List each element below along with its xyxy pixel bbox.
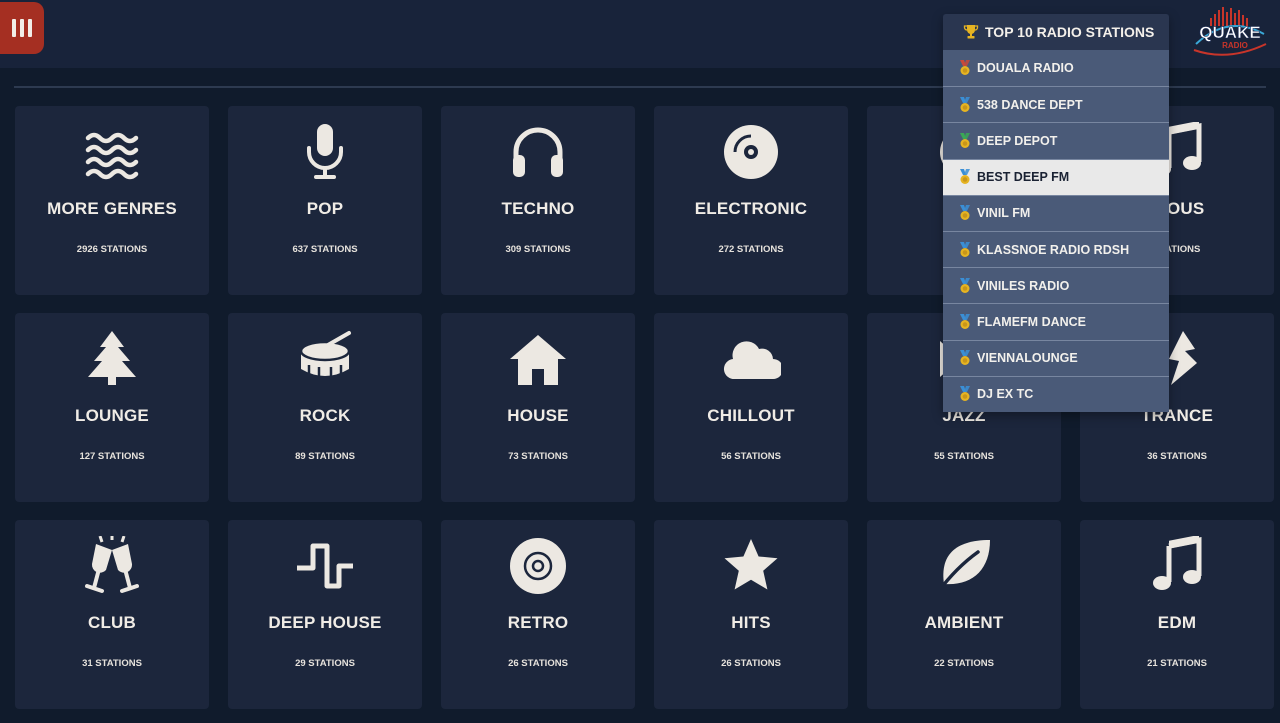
medal-icon — [960, 60, 970, 76]
medal-icon — [960, 96, 970, 112]
house-icon — [508, 329, 568, 389]
medal-icon — [960, 277, 970, 293]
genre-name: DEEP HOUSE — [268, 613, 382, 632]
genre-name: TECHNO — [501, 199, 575, 218]
station-count: 26 STATIONS — [508, 658, 568, 669]
top10-item[interactable]: VINIL FM — [943, 194, 1169, 231]
genre-tile[interactable]: ELECTRONIC 272 STATIONS — [654, 106, 848, 295]
genre-tile[interactable]: AMBIENT 22 STATIONS — [867, 520, 1061, 709]
menu-button[interactable] — [0, 2, 44, 54]
station-count: 22 STATIONS — [934, 658, 994, 669]
top10-item[interactable]: 538 DANCE DEPT — [943, 86, 1169, 122]
vinyl-icon — [508, 536, 568, 596]
station-count: 31 STATIONS — [82, 658, 142, 669]
genre-tile[interactable]: DEEP HOUSE 29 STATIONS — [228, 520, 422, 709]
genre-name: MORE GENRES — [47, 199, 177, 218]
station-count: 21 STATIONS — [1147, 658, 1207, 669]
hamburger-icon — [12, 19, 16, 37]
genre-tile[interactable]: POP 637 STATIONS — [228, 106, 422, 295]
genre-name: RETRO — [507, 613, 569, 632]
drum-icon — [295, 329, 355, 389]
station-count: 29 STATIONS — [295, 658, 355, 669]
trophy-icon — [963, 25, 979, 39]
svg-text:QUAKE: QUAKE — [1199, 23, 1260, 42]
top10-item[interactable]: VIENNALOUNGE — [943, 339, 1169, 376]
medal-icon — [960, 205, 970, 221]
quake-radio-logo[interactable]: QUAKE RADIO — [1188, 4, 1272, 60]
genre-tile[interactable]: HOUSE 73 STATIONS — [441, 313, 635, 502]
genre-name: LOUNGE — [75, 406, 149, 425]
top10-item[interactable]: DJ EX TC — [943, 375, 1169, 412]
top10-header[interactable]: TOP 10 RADIO STATIONS — [943, 14, 1169, 50]
genre-tile[interactable]: CLUB 31 STATIONS — [15, 520, 209, 709]
top10-item[interactable]: DEEP DEPOT — [943, 122, 1169, 158]
station-name: 538 DANCE DEPT — [977, 97, 1083, 112]
station-count: 2926 STATIONS — [76, 244, 148, 255]
top10-item[interactable]: VINILES RADIO — [943, 267, 1169, 303]
music-note-icon — [1147, 536, 1207, 596]
medal-icon — [960, 386, 970, 402]
genre-name: AMBIENT — [924, 613, 1004, 632]
genre-name: ROCK — [299, 406, 351, 425]
station-count: 127 STATIONS — [79, 451, 145, 462]
genre-name: CHILLOUT — [707, 406, 795, 425]
top10-title: TOP 10 RADIO STATIONS — [985, 24, 1155, 40]
station-count: 26 STATIONS — [721, 658, 781, 669]
genre-name: POP — [306, 199, 344, 218]
station-count: 309 STATIONS — [505, 244, 571, 255]
station-name: VINILES RADIO — [977, 278, 1070, 293]
station-count: 637 STATIONS — [292, 244, 358, 255]
genre-name: EDM — [1157, 613, 1197, 632]
station-count: 36 STATIONS — [1147, 451, 1207, 462]
medal-icon — [960, 132, 970, 148]
station-count: 56 STATIONS — [721, 451, 781, 462]
top10-item[interactable]: BEST DEEP FM — [943, 158, 1169, 195]
headphones-icon — [508, 122, 568, 182]
tree-icon — [82, 329, 142, 389]
star-icon — [721, 536, 781, 596]
medal-icon — [960, 241, 970, 257]
svg-text:RADIO: RADIO — [1222, 41, 1248, 50]
medal-icon — [960, 313, 970, 329]
station-name: VIENNALOUNGE — [977, 351, 1078, 366]
genre-name: ELECTRONIC — [694, 199, 808, 218]
glasses-icon — [82, 536, 142, 596]
cloud-icon — [721, 329, 781, 389]
station-name: BEST DEEP FM — [977, 170, 1070, 185]
top10-item[interactable]: KLASSNOE RADIO RDSH — [943, 230, 1169, 267]
medal-icon — [960, 350, 970, 366]
station-count: 55 STATIONS — [934, 451, 994, 462]
genre-name: CLUB — [87, 613, 136, 632]
station-name: KLASSNOE RADIO RDSH — [977, 242, 1130, 257]
top10-dropdown: TOP 10 RADIO STATIONS DOUALA RADIO 538 D… — [943, 14, 1169, 412]
genre-name: HOUSE — [507, 406, 569, 425]
genre-tile[interactable]: TECHNO 309 STATIONS — [441, 106, 635, 295]
leaf-icon — [934, 536, 994, 596]
station-name: DEEP DEPOT — [977, 133, 1058, 148]
medal-icon — [960, 169, 970, 185]
station-count: 73 STATIONS — [508, 451, 568, 462]
square-wave-icon — [295, 536, 355, 596]
top10-item[interactable]: FLAMEFM DANCE — [943, 303, 1169, 339]
station-name: DOUALA RADIO — [977, 61, 1074, 76]
genre-tile[interactable]: EDM 21 STATIONS — [1080, 520, 1274, 709]
genre-tile[interactable]: ROCK 89 STATIONS — [228, 313, 422, 502]
genre-name: HITS — [731, 613, 771, 632]
genre-tile[interactable]: HITS 26 STATIONS — [654, 520, 848, 709]
waves-icon — [82, 122, 142, 182]
genre-tile[interactable]: RETRO 26 STATIONS — [441, 520, 635, 709]
station-name: VINIL FM — [977, 206, 1031, 221]
genre-tile[interactable]: CHILLOUT 56 STATIONS — [654, 313, 848, 502]
microphone-icon — [295, 122, 355, 182]
genre-tile[interactable]: LOUNGE 127 STATIONS — [15, 313, 209, 502]
station-name: FLAMEFM DANCE — [977, 314, 1087, 329]
station-name: DJ EX TC — [977, 387, 1034, 402]
record-icon — [721, 122, 781, 182]
top10-item[interactable]: DOUALA RADIO — [943, 50, 1169, 86]
genre-tile[interactable]: MORE GENRES 2926 STATIONS — [15, 106, 209, 295]
station-count: 272 STATIONS — [718, 244, 784, 255]
top10-list: DOUALA RADIO 538 DANCE DEPT DEEP DEPOT B… — [943, 50, 1169, 412]
station-count: 89 STATIONS — [295, 451, 355, 462]
